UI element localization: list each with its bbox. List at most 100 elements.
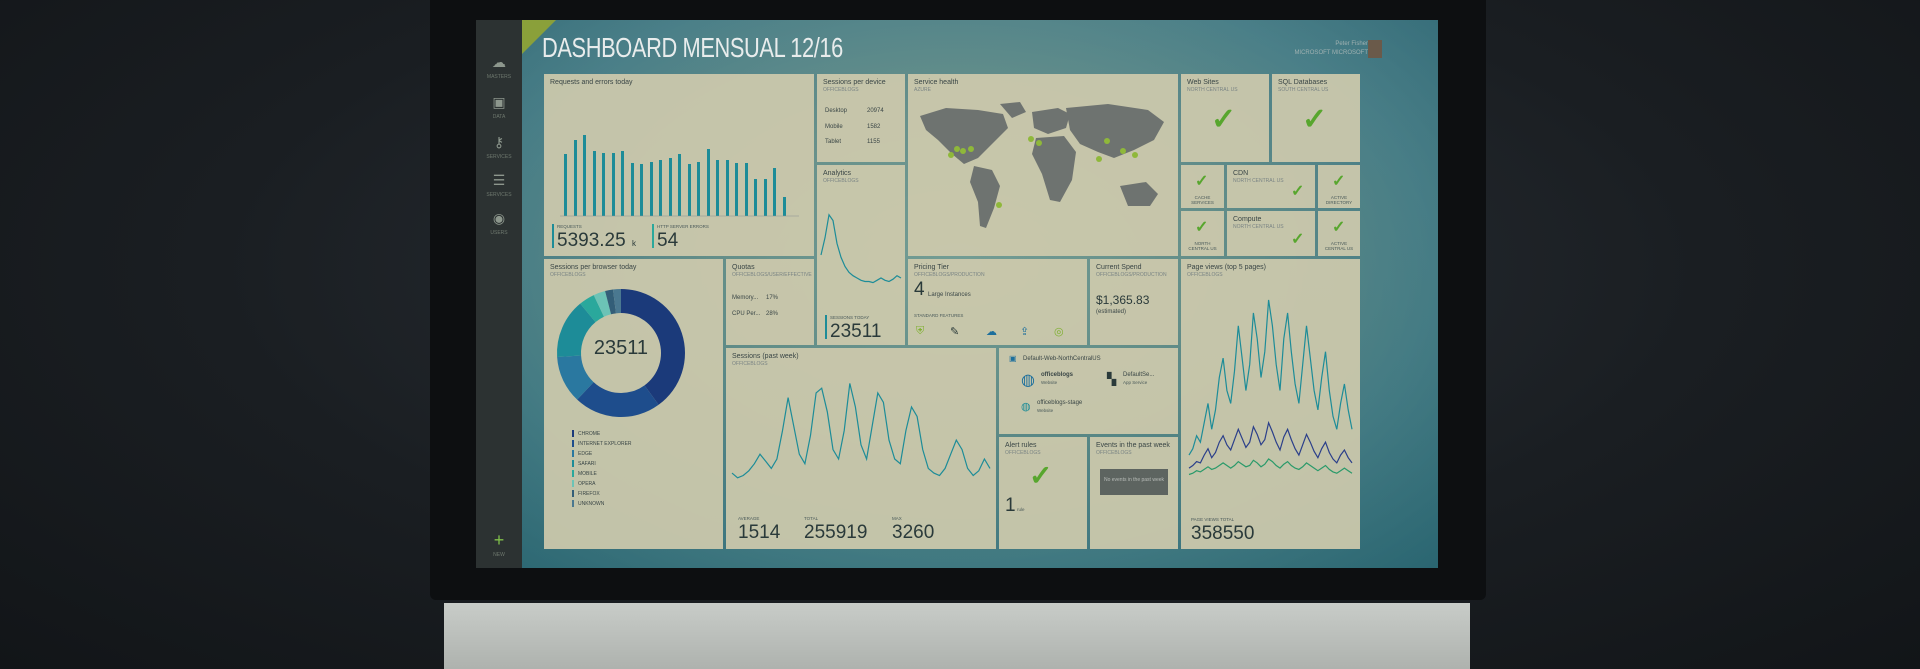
alert-rules-tile[interactable]: Alert rules OFFICEBLOGS ✓ 1 rule <box>999 437 1087 549</box>
cdn-tile[interactable]: CDN NORTH CENTRAL US ✓ <box>1227 165 1315 208</box>
sessions-browser-tile[interactable]: Sessions per browser today OFFICEBLOGS 2… <box>544 259 723 549</box>
errors-label: HTTP SERVER ERRORS <box>657 224 709 229</box>
device-count: 20974 <box>867 108 884 114</box>
compute-tile[interactable]: Compute NORTH CENTRAL US ✓ <box>1227 211 1315 256</box>
cloud-icon[interactable]: ☁ <box>487 50 511 74</box>
tile-subtitle: OFFICEBLOGS <box>823 178 859 184</box>
region-status-dot[interactable] <box>1096 156 1102 162</box>
region-status-dot[interactable] <box>1120 148 1126 154</box>
monitor-icon[interactable]: ▣ <box>487 90 511 114</box>
region-status-dot[interactable] <box>960 148 966 154</box>
list-icon[interactable]: ☰ <box>487 168 511 192</box>
features-label: STANDARD FEATURES <box>914 313 964 318</box>
instance-label: Large Instances <box>928 292 971 298</box>
legend-swatch <box>572 450 574 458</box>
tile-subtitle: OFFICEBLOGS/PRODUCTION <box>914 272 985 278</box>
key-icon[interactable]: ⚷ <box>487 130 511 154</box>
region-status-dot[interactable] <box>1132 152 1138 158</box>
legend-label: CHROME <box>578 431 601 437</box>
stat-label: AVERAGE <box>738 516 760 521</box>
resource-name[interactable]: officeblogs <box>1041 372 1073 378</box>
requests-tile[interactable]: Requests and errors today REQUESTS 5393.… <box>544 74 814 256</box>
user-org: MICROSOFT MICROSOFT <box>1294 50 1368 56</box>
active-directory-tile[interactable]: ✓ ACTIVE DIRECTORY <box>1318 165 1360 208</box>
tile-title: Quotas <box>732 264 755 271</box>
requests-unit: k <box>632 239 636 248</box>
web-sites-tile[interactable]: Web Sites NORTH CENTRAL US ✓ <box>1181 74 1269 162</box>
events-tile[interactable]: Events in the past week OFFICEBLOGS No e… <box>1090 437 1178 549</box>
page-views-total: 358550 <box>1191 523 1255 544</box>
tile-subtitle: OFFICEBLOGS <box>823 87 859 93</box>
no-events-message: No events in the past week <box>1100 469 1168 495</box>
tile-title: Sessions per browser today <box>550 264 637 271</box>
sql-tile[interactable]: SQL Databases SOUTH CENTRAL US ✓ <box>1272 74 1360 162</box>
page-views-series-line-0 <box>1188 299 1353 456</box>
quotas-tile[interactable]: Quotas OFFICEBLOGS/USER/EFFECTIVE Memory… <box>726 259 814 345</box>
device-name: Desktop <box>825 108 848 114</box>
service-health-tile[interactable]: Service health AZURE <box>908 74 1178 256</box>
map-oceania <box>1120 182 1158 206</box>
region-status-dot[interactable] <box>996 202 1002 208</box>
region-status-dot[interactable] <box>954 146 960 152</box>
tile-subtitle: OFFICEBLOGS/PRODUCTION <box>1096 272 1167 278</box>
add-icon[interactable]: + <box>487 528 511 552</box>
pricing-tile[interactable]: Pricing Tier OFFICEBLOGS/PRODUCTION 4 La… <box>908 259 1087 345</box>
check-icon: ✓ <box>1291 183 1305 200</box>
map-europe <box>1032 108 1070 134</box>
tile-subtitle: OFFICEBLOGS/USER/EFFECTIVE <box>732 272 812 278</box>
user-info[interactable]: Peter Fisher MICROSOFT MICROSOFT <box>1294 40 1368 58</box>
active-central-tile[interactable]: ✓ ACTIVE CENTRAL US <box>1318 211 1360 256</box>
region-status-dot[interactable] <box>1036 140 1042 146</box>
requests-label: REQUESTS <box>557 224 582 229</box>
sessions-device-tile[interactable]: Sessions per device OFFICEBLOGS Desktop … <box>817 74 905 162</box>
legend-label: FIREFOX <box>578 491 600 497</box>
resources-tile[interactable]: ▣ Default-Web-NorthCentralUS ◍ officeblo… <box>999 348 1178 434</box>
donut-center-value: 23511 <box>593 337 649 359</box>
sessions-week-tile[interactable]: Sessions (past week) OFFICEBLOGS AVERAGE… <box>726 348 996 549</box>
page-views-tile[interactable]: Page views (top 5 pages) OFFICEBLOGS PAG… <box>1181 259 1360 549</box>
region-status-dot[interactable] <box>1104 138 1110 144</box>
globe-icon[interactable]: ◉ <box>487 206 511 230</box>
spend-tile[interactable]: Current Spend OFFICEBLOGS/PRODUCTION $1,… <box>1090 259 1178 345</box>
north-central-tile[interactable]: ✓ NORTH CENTRAL US <box>1181 211 1224 256</box>
resource-name[interactable]: officeblogs-stage <box>1037 400 1082 406</box>
legend-swatch <box>572 490 574 498</box>
legend-swatch <box>572 480 574 488</box>
tile-title: Compute <box>1233 216 1262 223</box>
analytics-tile[interactable]: Analytics OFFICEBLOGS SESSIONS TODAY 235… <box>817 165 905 345</box>
sessions-today-value: 23511 <box>830 321 882 342</box>
avatar[interactable] <box>1368 40 1382 58</box>
sessions-today-marker <box>825 315 827 339</box>
legend-swatch <box>572 430 574 438</box>
tile-subtitle: NORTH CENTRAL US <box>1233 178 1284 184</box>
page-views-line-chart <box>1188 299 1353 476</box>
analytics-series-line <box>820 213 902 284</box>
tile-title: Sessions (past week) <box>732 353 799 360</box>
globe-icon: ◎ <box>1054 326 1064 338</box>
sessions-series-line <box>731 383 991 479</box>
resource-group-icon: ▣ <box>1009 354 1017 363</box>
cloud-sync-icon: ☁ <box>986 326 997 338</box>
legend-label: INTERNET EXPLORER <box>578 441 632 447</box>
check-icon: ✓ <box>1029 460 1053 491</box>
region-status-dot[interactable] <box>1028 136 1034 142</box>
shield-icon: ⛨ <box>916 325 925 337</box>
region-status-dot[interactable] <box>968 146 974 152</box>
check-icon: ✓ <box>1291 231 1305 248</box>
page-views-series-line-1 <box>1188 420 1353 469</box>
resource-group-name[interactable]: Default-Web-NorthCentralUS <box>1023 356 1101 362</box>
dashboard: DASHBOARD MENSUAL 12/16 Peter Fisher MIC… <box>522 20 1438 568</box>
upload-icon: ⇪ <box>1020 326 1030 338</box>
user-name: Peter Fisher <box>1335 41 1368 47</box>
resource-name[interactable]: DefaultSe... <box>1123 372 1154 378</box>
check-icon: ✓ <box>1195 173 1209 190</box>
cache-tile[interactable]: ✓ CACHE SERVICES <box>1181 165 1224 208</box>
tile-subtitle: SOUTH CENTRAL US <box>1278 87 1329 93</box>
tile-label: ACTIVE DIRECTORY <box>1325 195 1353 205</box>
browser-legend: CHROME INTERNET EXPLORER EDGE SAFARI MOBILE O… <box>572 429 632 509</box>
legend-item: EDGE <box>572 449 632 459</box>
legend-label: SAFARI <box>578 461 596 467</box>
legend-swatch <box>572 460 574 468</box>
legend-item: CHROME <box>572 429 632 439</box>
region-status-dot[interactable] <box>948 152 954 158</box>
